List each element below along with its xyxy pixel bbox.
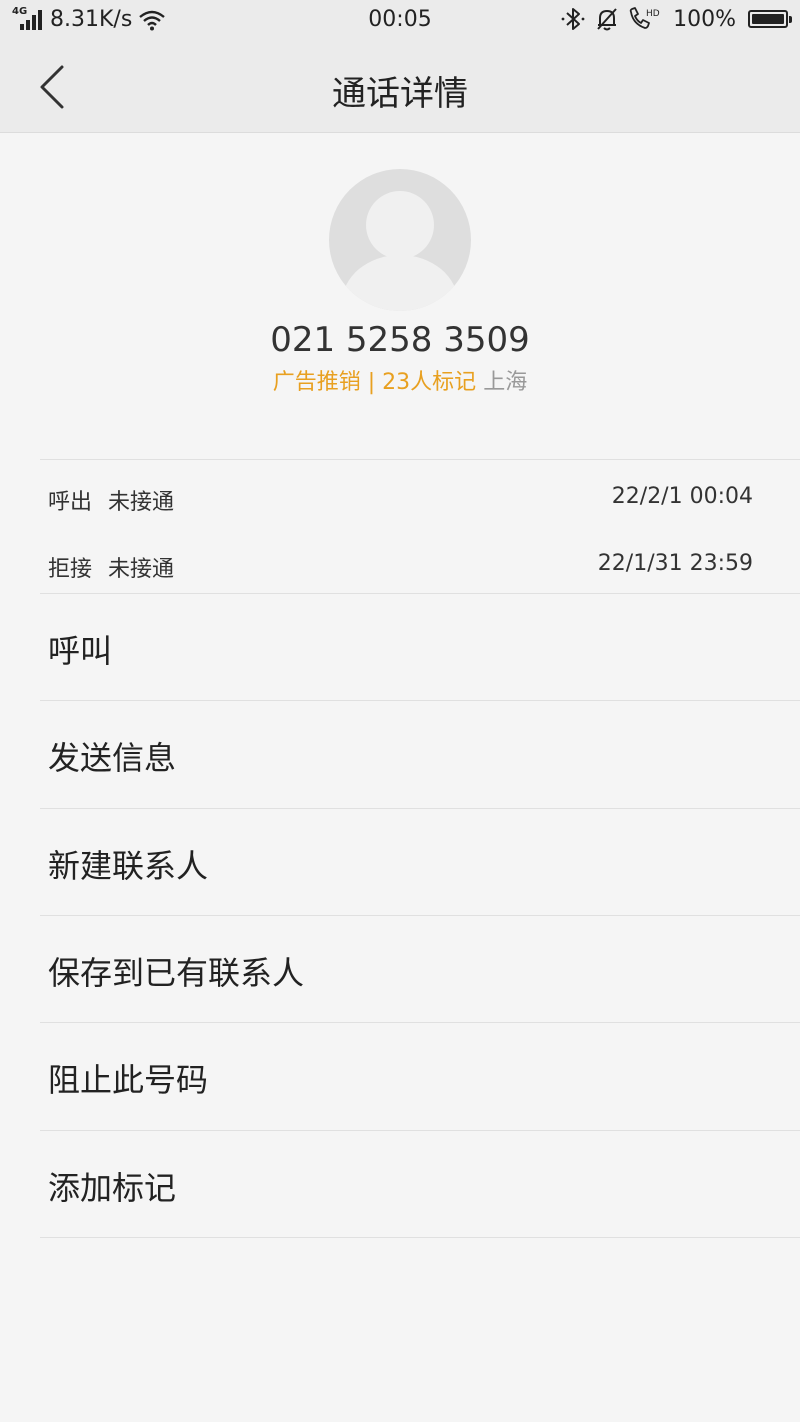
bell-muted-icon bbox=[597, 8, 617, 31]
new-contact-action[interactable]: 新建联系人 bbox=[0, 809, 800, 915]
call-action-label: 呼叫 bbox=[48, 632, 113, 670]
nav-bar: 通话详情 bbox=[0, 42, 800, 133]
divider bbox=[40, 459, 800, 460]
save-to-existing-contact-label: 保存到已有联系人 bbox=[48, 954, 305, 992]
spam-tag: 广告推销 | 23人标记 bbox=[272, 370, 477, 395]
battery-level bbox=[752, 14, 784, 24]
new-contact-label: 新建联系人 bbox=[48, 847, 209, 885]
call-time: 22/2/1 00:04 bbox=[611, 484, 753, 509]
add-tag-label: 添加标记 bbox=[48, 1169, 177, 1207]
bluetooth-icon bbox=[561, 8, 585, 30]
phone-number: 021 5258 3509 bbox=[270, 320, 530, 360]
call-status: 未接通 bbox=[108, 557, 175, 582]
location-label: 上海 bbox=[483, 370, 528, 395]
svg-text:HD: HD bbox=[646, 9, 660, 19]
call-type: 呼出 bbox=[48, 490, 93, 515]
add-tag-action[interactable]: 添加标记 bbox=[0, 1131, 800, 1237]
avatar-icon bbox=[329, 169, 471, 311]
send-message-label: 发送信息 bbox=[48, 739, 177, 777]
tag-line: 广告推销 | 23人标记 上海 bbox=[0, 364, 800, 396]
call-time: 22/1/31 23:59 bbox=[597, 551, 753, 576]
call-action[interactable]: 呼叫 bbox=[0, 594, 800, 700]
call-status: 未接通 bbox=[108, 490, 175, 515]
block-number-action[interactable]: 阻止此号码 bbox=[0, 1023, 800, 1129]
send-message-action[interactable]: 发送信息 bbox=[0, 701, 800, 807]
call-type: 拒接 bbox=[48, 557, 93, 582]
hd-call-icon: HD bbox=[629, 7, 660, 29]
page-title: 通话详情 bbox=[332, 74, 468, 114]
save-to-existing-contact-action[interactable]: 保存到已有联系人 bbox=[0, 916, 800, 1022]
call-log-row: 呼出 未接通 22/2/1 00:04 bbox=[48, 476, 753, 516]
battery-icon bbox=[748, 10, 792, 28]
status-bar-right: HD 100% bbox=[559, 6, 792, 32]
status-bar: 4G 8.31K/s 00:05 HD 100% bbox=[0, 0, 800, 42]
divider bbox=[40, 1237, 800, 1238]
battery-percentage: 100% bbox=[673, 6, 736, 32]
block-number-label: 阻止此号码 bbox=[48, 1061, 209, 1099]
call-log-row: 拒接 未接通 22/1/31 23:59 bbox=[48, 543, 753, 583]
